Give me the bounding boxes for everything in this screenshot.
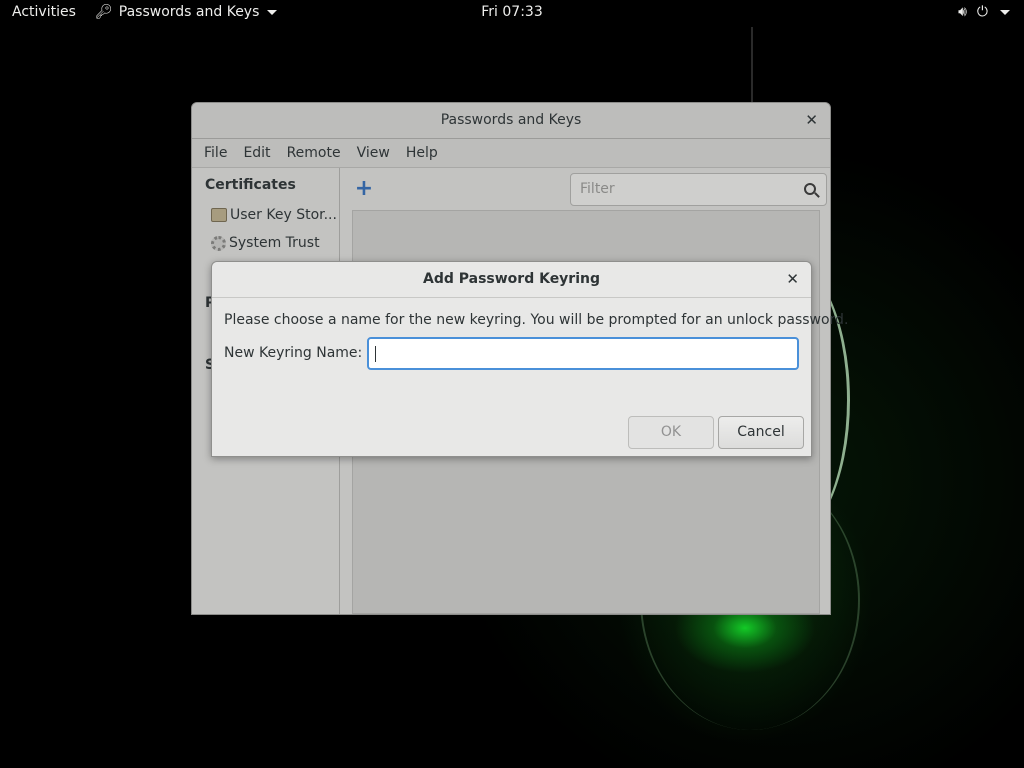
chevron-down-icon xyxy=(267,9,278,15)
sidebar-item-system-trust[interactable]: System Trust xyxy=(211,235,320,251)
top-bar: Activities 🔑︎ Passwords and Keys Fri 07:… xyxy=(0,0,1024,26)
ok-button[interactable]: OK xyxy=(628,416,714,449)
window-title: Passwords and Keys xyxy=(440,112,582,128)
volume-icon: 🔊︎ xyxy=(958,4,967,20)
keyring-name-input[interactable] xyxy=(367,337,799,370)
filter-input[interactable]: Filter xyxy=(570,173,827,206)
activities-button[interactable]: Activities xyxy=(12,4,76,20)
sidebar-item-user-key-storage[interactable]: User Key Stor... xyxy=(211,207,337,223)
keyring-name-label: New Keyring Name: xyxy=(224,345,363,361)
add-icon[interactable]: + xyxy=(354,178,374,200)
search-icon xyxy=(804,183,816,195)
filter-placeholder: Filter xyxy=(580,181,615,197)
status-menu[interactable]: 🔊︎ ⏻ xyxy=(958,4,1010,20)
close-icon[interactable]: ✕ xyxy=(786,262,799,297)
clock[interactable]: Fri 07:33 xyxy=(481,4,542,20)
desktop-decoration xyxy=(751,27,753,103)
text-caret xyxy=(375,346,376,362)
menu-remote[interactable]: Remote xyxy=(279,145,349,161)
folder-icon xyxy=(211,208,227,222)
keys-icon: 🔑︎ xyxy=(95,4,113,20)
power-icon: ⏻ xyxy=(976,4,988,20)
gear-icon xyxy=(211,235,226,251)
menu-view[interactable]: View xyxy=(349,145,398,161)
app-menu-label: Passwords and Keys xyxy=(118,4,260,20)
add-keyring-dialog: Add Password Keyring ✕ Please choose a n… xyxy=(211,261,848,457)
chevron-down-icon xyxy=(1000,9,1010,15)
sidebar-item-label: System Trust xyxy=(229,235,320,251)
dialog-title: Add Password Keyring xyxy=(422,271,601,287)
dialog-message: Please choose a name for the new keyring… xyxy=(224,312,849,328)
sidebar-item-label: User Key Stor... xyxy=(230,207,337,223)
window-titlebar: Passwords and Keys ✕ xyxy=(192,103,830,139)
menu-bar: File Edit Remote View Help xyxy=(192,139,830,168)
close-icon[interactable]: ✕ xyxy=(805,103,818,138)
sidebar-heading-certificates: Certificates xyxy=(205,177,296,193)
menu-help[interactable]: Help xyxy=(398,145,446,161)
cancel-button[interactable]: Cancel xyxy=(718,416,804,449)
dialog-titlebar: Add Password Keyring ✕ xyxy=(212,262,811,298)
menu-edit[interactable]: Edit xyxy=(235,145,278,161)
menu-file[interactable]: File xyxy=(196,145,235,161)
app-menu[interactable]: 🔑︎ Passwords and Keys xyxy=(95,4,278,20)
